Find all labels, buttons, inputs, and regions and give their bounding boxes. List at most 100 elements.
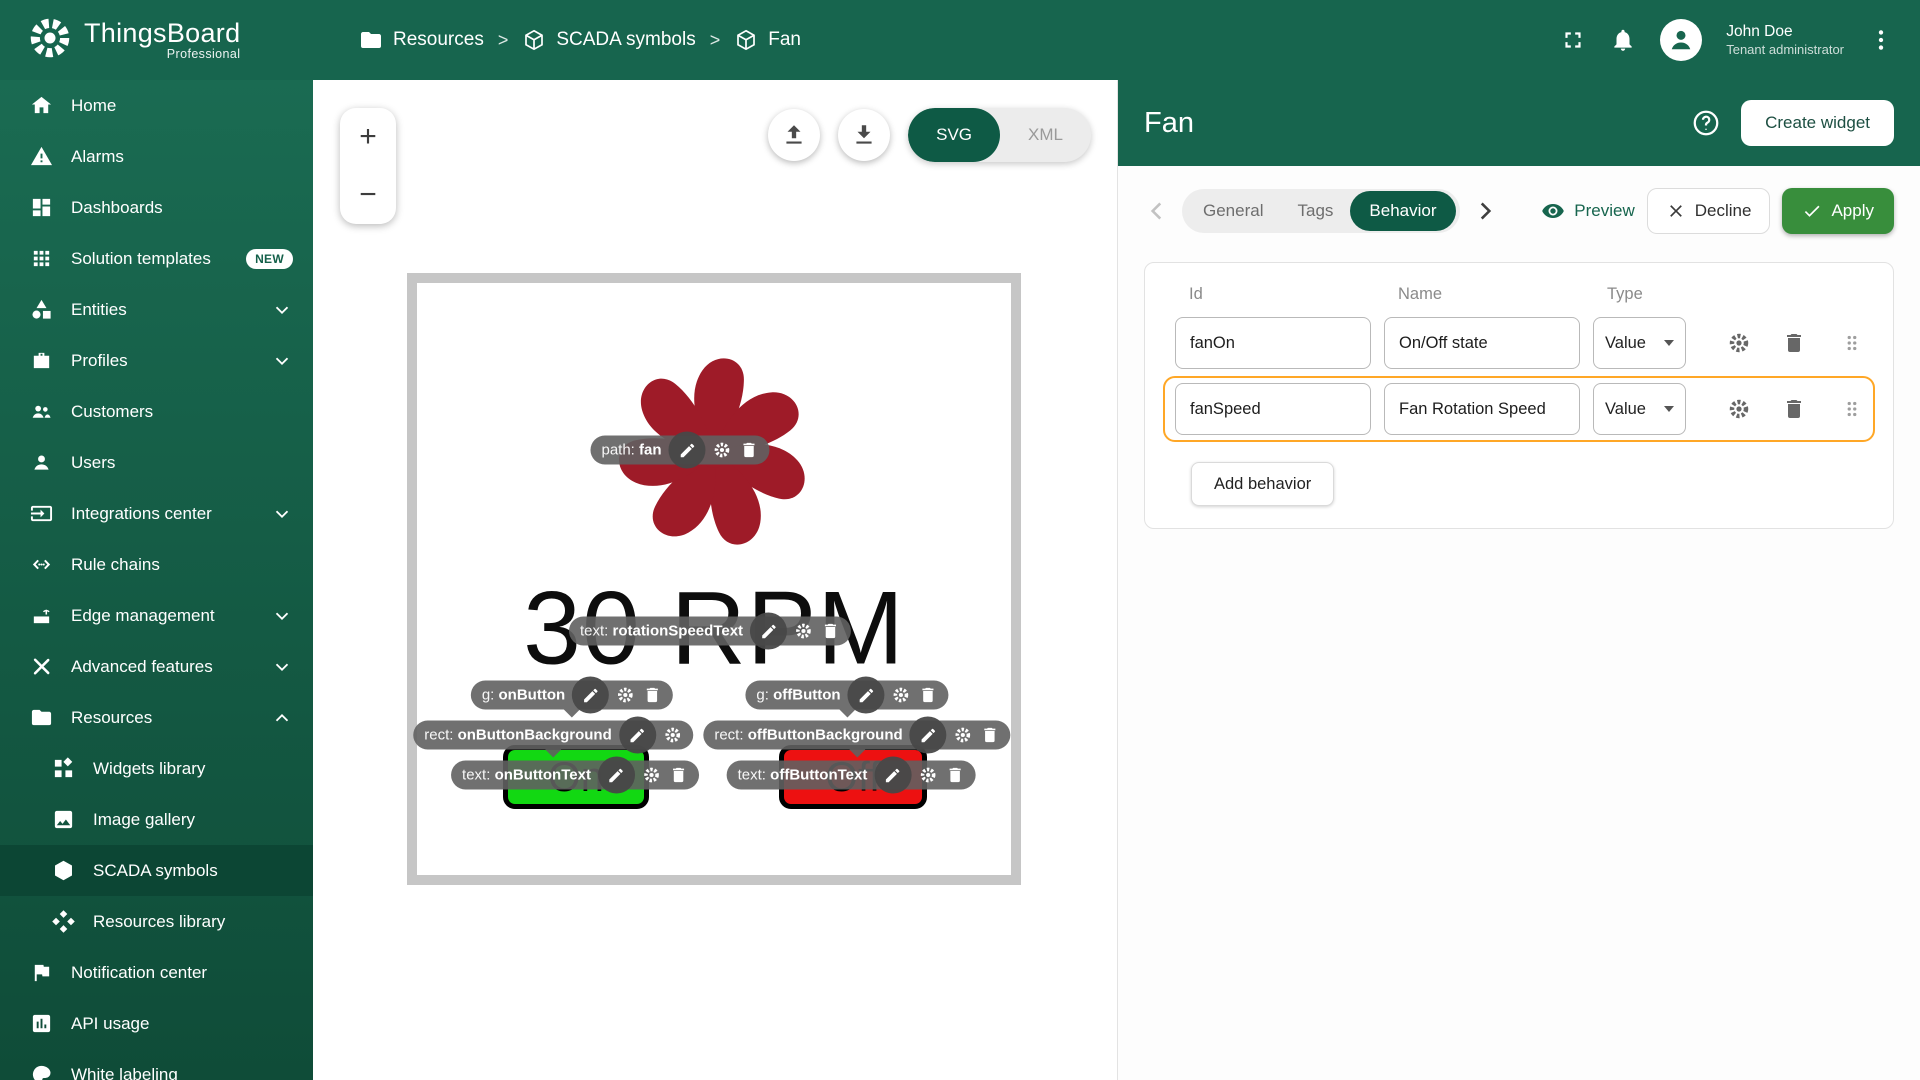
settings-gear-icon[interactable] bbox=[892, 686, 911, 705]
trash-icon bbox=[1787, 400, 1801, 418]
toggle-svg[interactable]: SVG bbox=[908, 108, 1001, 162]
toggle-xml[interactable]: XML bbox=[1000, 108, 1091, 162]
edit-pencil-icon[interactable] bbox=[847, 676, 885, 714]
row-delete-button[interactable] bbox=[1782, 331, 1806, 355]
behavior-id-input[interactable] bbox=[1175, 317, 1371, 369]
sidebar-item-customers[interactable]: Customers bbox=[0, 386, 313, 437]
behavior-name-input[interactable] bbox=[1384, 383, 1580, 435]
behavior-type-select[interactable]: Value bbox=[1593, 317, 1686, 369]
tab-tags[interactable]: Tags bbox=[1280, 201, 1350, 221]
edit-pencil-icon[interactable] bbox=[750, 612, 788, 650]
row-settings-button[interactable] bbox=[1727, 331, 1751, 355]
tab-behavior[interactable]: Behavior bbox=[1350, 191, 1456, 231]
settings-gear-icon[interactable] bbox=[794, 622, 813, 641]
element-tag-on-button-text[interactable]: text: onButtonText bbox=[451, 756, 699, 794]
settings-gear-icon[interactable] bbox=[918, 766, 937, 785]
symbol-properties-panel: Fan Create widget General Tags Behavior … bbox=[1117, 80, 1920, 1080]
sidebar-item-api-usage[interactable]: API usage bbox=[0, 998, 313, 1049]
edit-pencil-icon[interactable] bbox=[572, 676, 610, 714]
delete-trash-icon[interactable] bbox=[821, 622, 840, 641]
element-tag-off-button-text[interactable]: text: offButtonText bbox=[726, 756, 976, 794]
breadcrumb-separator: > bbox=[709, 29, 721, 50]
preview-button[interactable]: Preview bbox=[1541, 199, 1635, 223]
zoom-in-button[interactable]: + bbox=[340, 108, 396, 166]
element-tag-on-button-group[interactable]: g: onButton bbox=[470, 676, 674, 714]
edit-pencil-icon[interactable] bbox=[618, 716, 656, 754]
behavior-type-select[interactable]: Value bbox=[1593, 383, 1686, 435]
sidebar-item-entities[interactable]: Entities bbox=[0, 284, 313, 335]
breadcrumb-resources[interactable]: Resources bbox=[359, 28, 484, 52]
logo-gear-icon bbox=[28, 16, 72, 65]
row-settings-button[interactable] bbox=[1727, 397, 1751, 421]
settings-gear-icon[interactable] bbox=[642, 766, 661, 785]
sidebar-item-alarms[interactable]: Alarms bbox=[0, 131, 313, 182]
sidebar-item-white-labeling[interactable]: White labeling bbox=[0, 1049, 313, 1080]
delete-trash-icon[interactable] bbox=[981, 726, 1000, 745]
delete-trash-icon[interactable] bbox=[919, 686, 938, 705]
settings-gear-icon[interactable] bbox=[954, 726, 973, 745]
element-tag-fan[interactable]: path: fan bbox=[590, 431, 770, 469]
kebab-menu-icon[interactable] bbox=[1868, 27, 1894, 53]
element-tag-off-button-group[interactable]: g: offButton bbox=[745, 676, 949, 714]
add-behavior-button[interactable]: Add behavior bbox=[1191, 462, 1335, 506]
row-delete-button[interactable] bbox=[1782, 397, 1806, 421]
breadcrumb-fan[interactable]: Fan bbox=[734, 28, 801, 52]
create-widget-button[interactable]: Create widget bbox=[1741, 100, 1894, 146]
edit-pencil-icon[interactable] bbox=[874, 756, 912, 794]
check-icon bbox=[1805, 205, 1820, 217]
notifications-bell-icon[interactable] bbox=[1610, 27, 1636, 53]
tools-icon bbox=[30, 655, 54, 678]
settings-gear-icon[interactable] bbox=[663, 726, 682, 745]
sidebar-item-widgets-library[interactable]: Widgets library bbox=[0, 743, 313, 794]
sidebar-item-integrations-center[interactable]: Integrations center bbox=[0, 488, 313, 539]
sidebar-item-scada-symbols[interactable]: SCADA symbols bbox=[0, 845, 313, 896]
sidebar-item-resources[interactable]: Resources bbox=[0, 692, 313, 743]
breadcrumb-scada-symbols[interactable]: SCADA symbols bbox=[522, 28, 696, 52]
app-logo[interactable]: ThingsBoard Professional bbox=[0, 16, 313, 65]
chevron-down-icon bbox=[271, 656, 293, 678]
sidebar-item-resources-library[interactable]: Resources library bbox=[0, 896, 313, 947]
zoom-out-button[interactable]: − bbox=[340, 166, 396, 224]
chevron-left-icon[interactable] bbox=[1144, 198, 1170, 224]
edit-pencil-icon[interactable] bbox=[909, 716, 947, 754]
scada-cube-icon bbox=[525, 29, 544, 51]
apply-button[interactable]: Apply bbox=[1782, 188, 1894, 234]
drag-handle[interactable] bbox=[1841, 398, 1863, 420]
sidebar-item-dashboards[interactable]: Dashboards bbox=[0, 182, 313, 233]
delete-trash-icon[interactable] bbox=[643, 686, 662, 705]
sidebar-item-users[interactable]: Users bbox=[0, 437, 313, 488]
tabs-row: General Tags Behavior Preview Decline Ap… bbox=[1144, 188, 1894, 234]
sidebar-item-solution-templates[interactable]: Solution templates NEW bbox=[0, 233, 313, 284]
element-tag-rotation-speed-text[interactable]: text: rotationSpeedText bbox=[568, 612, 852, 650]
sidebar-item-notification-center[interactable]: Notification center bbox=[0, 947, 313, 998]
edit-pencil-icon[interactable] bbox=[597, 756, 635, 794]
sidebar-item-image-gallery[interactable]: Image gallery bbox=[0, 794, 313, 845]
user-avatar[interactable] bbox=[1660, 19, 1703, 61]
tab-general[interactable]: General bbox=[1186, 201, 1280, 221]
column-header-name: Name bbox=[1398, 285, 1443, 303]
scada-symbol-frame[interactable]: 30 RPM On Off path: fan text: rotationSp… bbox=[407, 273, 1021, 885]
delete-trash-icon[interactable] bbox=[669, 766, 688, 785]
element-tag-on-button-background[interactable]: rect: onButtonBackground bbox=[413, 716, 693, 754]
sidebar-item-profiles[interactable]: Profiles bbox=[0, 335, 313, 386]
sidebar-item-advanced-features[interactable]: Advanced features bbox=[0, 641, 313, 692]
zoom-control: + − bbox=[340, 108, 396, 224]
sidebar-item-home[interactable]: Home bbox=[0, 80, 313, 131]
element-tag-off-button-background[interactable]: rect: offButtonBackground bbox=[703, 716, 1011, 754]
settings-gear-icon[interactable] bbox=[713, 441, 732, 460]
fullscreen-icon[interactable] bbox=[1560, 27, 1586, 53]
chevron-right-icon[interactable] bbox=[1472, 198, 1498, 224]
behavior-name-input[interactable] bbox=[1384, 317, 1580, 369]
help-icon[interactable] bbox=[1691, 108, 1721, 138]
decline-button[interactable]: Decline bbox=[1646, 188, 1771, 234]
delete-trash-icon[interactable] bbox=[740, 441, 759, 460]
settings-gear-icon[interactable] bbox=[616, 686, 635, 705]
behavior-id-input[interactable] bbox=[1175, 383, 1371, 435]
download-button[interactable] bbox=[838, 109, 891, 161]
edit-pencil-icon[interactable] bbox=[668, 431, 706, 469]
upload-button[interactable] bbox=[768, 109, 821, 161]
sidebar-item-rule-chains[interactable]: Rule chains bbox=[0, 539, 313, 590]
drag-handle[interactable] bbox=[1841, 332, 1863, 354]
sidebar-item-edge-management[interactable]: Edge management bbox=[0, 590, 313, 641]
delete-trash-icon[interactable] bbox=[945, 766, 964, 785]
